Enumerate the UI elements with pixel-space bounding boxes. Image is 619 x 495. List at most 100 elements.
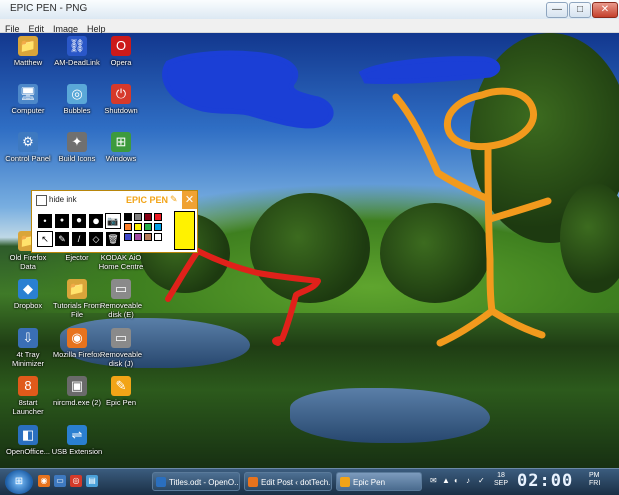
hide-ink-checkbox[interactable] <box>36 195 47 206</box>
desktop-icon[interactable]: ⇩ 4t Tray Minimizer <box>2 328 54 372</box>
color-swatch[interactable] <box>134 223 142 231</box>
pencil-icon: ✎ <box>170 194 178 204</box>
desktop-icon-image: ▣ <box>67 376 87 396</box>
epic-pen-toolbar[interactable]: hide ink EPIC PEN ✎ ✕ • ● ● ● 📷 ↖ ✎ / ◇ … <box>31 190 198 253</box>
brush-size-2-button[interactable]: ● <box>54 213 70 229</box>
quick-launch-icon[interactable]: ◉ <box>38 475 50 487</box>
color-swatch[interactable] <box>134 233 142 241</box>
desktop-icon-image: ▭ <box>111 328 131 348</box>
taskbar-button[interactable]: Edit Post ‹ dotTech... <box>244 472 332 491</box>
window-titlebar[interactable]: EPIC PEN - PNG — □ ✕ <box>0 0 619 20</box>
desktop-icon[interactable]: ⏻ Shutdown <box>95 84 147 128</box>
color-swatch[interactable] <box>124 223 132 231</box>
pen-icon[interactable]: ✎ <box>54 231 70 247</box>
trash-icon[interactable]: 🗑 <box>105 231 121 247</box>
cursor-icon[interactable]: ↖ <box>37 231 53 247</box>
desktop-icon-image: ⇩ <box>18 328 38 348</box>
desktop-icon-image: 📁 <box>18 36 38 56</box>
task-app-icon <box>340 477 350 487</box>
desktop-icon[interactable]: ◆ Dropbox <box>2 279 54 323</box>
menu-bar: File Edit Image Help <box>0 19 619 34</box>
highlighter-icon[interactable]: / <box>71 231 87 247</box>
desktop-icon-image: O <box>111 36 131 56</box>
desktop-icon[interactable]: O Opera <box>95 36 147 80</box>
desktop-icon[interactable]: ⚙ Control Panel <box>2 132 54 176</box>
desktop-icon[interactable]: 📁 Matthew <box>2 36 54 80</box>
eraser-icon[interactable]: ◇ <box>88 231 104 247</box>
brush-size-1-button[interactable]: • <box>37 213 53 229</box>
desktop-icon-image: ⇌ <box>67 425 87 445</box>
taskbar-button[interactable]: Titles.odt - OpenO... <box>152 472 240 491</box>
clock-ampm: PM <box>589 472 600 479</box>
task-label: Edit Post ‹ dotTech... <box>261 478 332 487</box>
brush-size-3-button[interactable]: ● <box>71 213 87 229</box>
color-swatch[interactable] <box>124 233 132 241</box>
desktop-icon-label: 8start Launcher <box>12 398 44 416</box>
desktop-icon-label: Removeable disk (J) <box>99 350 143 368</box>
color-swatch[interactable] <box>154 223 162 231</box>
task-label: Epic Pen <box>353 478 386 487</box>
clock[interactable]: 02:00 <box>517 471 573 491</box>
desktop-icon-image: ◆ <box>18 279 38 299</box>
ink-orange-stick-figure <box>392 87 552 347</box>
desktop-icon-label: Opera <box>110 58 132 67</box>
desktop-icon-image: ✎ <box>111 376 131 396</box>
color-swatch[interactable] <box>154 213 162 221</box>
desktop-icon-label: Dropbox <box>13 301 43 310</box>
desktop-icon-image: ◎ <box>67 84 87 104</box>
window-title: EPIC PEN - PNG <box>10 3 88 14</box>
desktop-icon-label: Windows <box>105 154 137 163</box>
color-swatch[interactable] <box>144 213 152 221</box>
desktop-icon-label: OpenOffice... <box>5 447 51 456</box>
desktop-icon-image: ✦ <box>67 132 87 152</box>
desktop-icon[interactable]: 🖥 Computer <box>2 84 54 128</box>
tray-icon[interactable]: ▲ <box>442 476 450 485</box>
desktop-icon-image: 8 <box>18 376 38 396</box>
camera-icon[interactable]: 📷 <box>105 213 121 229</box>
quick-launch-icon[interactable]: ▤ <box>86 475 98 487</box>
desktop-icon-image: ⚙ <box>18 132 38 152</box>
desktop-icon-image: ⏻ <box>111 84 131 104</box>
taskbar-button[interactable]: Epic Pen <box>336 472 422 491</box>
task-label: Titles.odt - OpenO... <box>169 478 240 487</box>
desktop-icon[interactable]: ▭ Removeable disk (E) <box>95 279 147 323</box>
color-swatch[interactable] <box>144 233 152 241</box>
epic-pen-header: hide ink EPIC PEN ✎ ✕ <box>32 191 197 209</box>
desktop-icon[interactable]: ✎ Epic Pen <box>95 376 147 420</box>
quick-launch-icon[interactable]: ◎ <box>70 475 82 487</box>
desktop-icon-label: Control Panel <box>5 154 51 163</box>
tray-icon[interactable]: ✓ <box>478 476 485 485</box>
tray-icon[interactable]: ✉ <box>430 476 437 485</box>
desktop-icon-label: Removeable disk (E) <box>99 301 143 319</box>
desktop-icon-label: 4t Tray Minimizer <box>11 350 45 368</box>
desktop-icon[interactable]: ⇌ USB Extension <box>51 425 103 468</box>
brush-size-4-button[interactable]: ● <box>88 213 104 229</box>
epic-pen-close-button[interactable]: ✕ <box>182 191 197 209</box>
tray-icon[interactable]: ♪ <box>466 476 470 485</box>
epic-pen-brand: EPIC PEN <box>126 195 169 205</box>
desktop-icon-label: Matthew <box>13 58 43 67</box>
desktop-icon-label: Old Firefox Data <box>9 253 47 271</box>
quick-launch-icon[interactable]: ▭ <box>54 475 66 487</box>
desktop-icon-label: Epic Pen <box>105 398 137 407</box>
close-button[interactable]: ✕ <box>592 2 618 18</box>
hide-ink-label: hide ink <box>49 195 77 204</box>
desktop-icon[interactable]: 8 8start Launcher <box>2 376 54 420</box>
start-button[interactable]: ⊞ <box>5 470 33 494</box>
color-swatch[interactable] <box>144 223 152 231</box>
taskbar: ⊞ ◉ ▭ ◎ ▤ Titles.odt - OpenO... Edit Post ‹ … <box>0 468 619 495</box>
minimize-button[interactable]: — <box>546 2 568 18</box>
date-day: 18 <box>497 472 505 479</box>
color-swatch[interactable] <box>134 213 142 221</box>
tray-icon[interactable]: ◐ <box>454 476 459 485</box>
desktop-icon[interactable]: ▭ Removeable disk (J) <box>95 328 147 372</box>
desktop-icon-label: Computer <box>11 106 45 115</box>
desktop-icon[interactable]: ◧ OpenOffice... <box>2 425 54 468</box>
maximize-button[interactable]: □ <box>569 2 591 18</box>
desktop-icon[interactable]: ⊞ Windows <box>95 132 147 176</box>
color-swatch[interactable] <box>124 213 132 221</box>
desktop-icon-image: 🖥 <box>18 84 38 104</box>
desktop-wallpaper: 📁 Matthew ⛓ AM-DeadLink O Opera 🖥 Computer ◎ Bubb… <box>0 33 619 468</box>
color-swatch[interactable] <box>154 233 162 241</box>
task-app-icon <box>156 477 166 487</box>
